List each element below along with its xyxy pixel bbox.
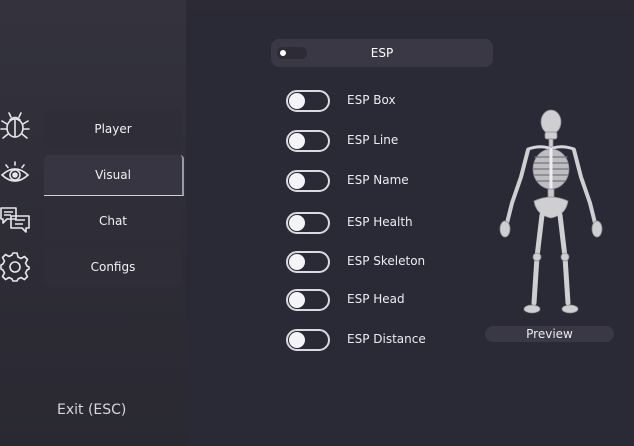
option-esp-box: ESP Box (286, 90, 476, 114)
toggle-knob (289, 133, 305, 149)
toggle-knob (289, 254, 305, 270)
option-label: ESP Health (347, 215, 413, 229)
esp-health-toggle[interactable] (286, 212, 330, 234)
option-label: ESP Skeleton (347, 254, 426, 268)
esp-name-toggle[interactable] (286, 170, 330, 192)
option-esp-name: ESP Name (286, 170, 476, 194)
nav-item-chat[interactable]: Chat (44, 201, 182, 241)
preview-label: Preview (485, 326, 614, 342)
gear-icon (0, 252, 30, 282)
option-esp-distance: ESP Distance (286, 329, 476, 353)
nav-item-visual[interactable]: Visual (44, 155, 184, 196)
esp-header-label: ESP (370, 46, 394, 60)
esp-master-toggle[interactable]: ESP (271, 39, 493, 67)
chat-icon (0, 205, 30, 235)
sidebar: Player Visual Chat Configs Exit (ESC) (0, 0, 186, 446)
toggle-knob (289, 215, 305, 231)
esp-skeleton-toggle[interactable] (286, 251, 330, 273)
option-label: ESP Box (347, 93, 396, 107)
skeleton-figure-icon (499, 109, 603, 314)
toggle-knob (289, 173, 305, 189)
option-label: ESP Head (347, 292, 405, 306)
exit-button[interactable]: Exit (ESC) (57, 402, 126, 418)
option-esp-health: ESP Health (286, 212, 476, 236)
preview-image (486, 105, 616, 317)
eye-icon (0, 160, 30, 190)
toggle-knob (289, 332, 305, 348)
option-label: ESP Distance (347, 332, 426, 346)
option-esp-skeleton: ESP Skeleton (286, 251, 476, 275)
nav-item-label: Visual (95, 168, 131, 182)
nav-item-label: Chat (98, 214, 128, 228)
toggle-knob (289, 93, 305, 109)
bug-icon (0, 111, 30, 141)
nav-item-configs[interactable]: Configs (44, 247, 182, 287)
option-label: ESP Line (347, 133, 399, 147)
nav-item-label: Configs (90, 260, 136, 274)
esp-head-toggle[interactable] (286, 289, 330, 311)
nav-item-player[interactable]: Player (44, 109, 182, 149)
nav-item-label: Player (94, 122, 132, 136)
esp-distance-toggle[interactable] (286, 329, 330, 351)
option-label: ESP Name (347, 173, 409, 187)
toggle-knob (289, 292, 305, 308)
esp-line-toggle[interactable] (286, 130, 330, 152)
esp-box-toggle[interactable] (286, 90, 330, 112)
option-esp-line: ESP Line (286, 130, 476, 154)
option-esp-head: ESP Head (286, 289, 476, 313)
